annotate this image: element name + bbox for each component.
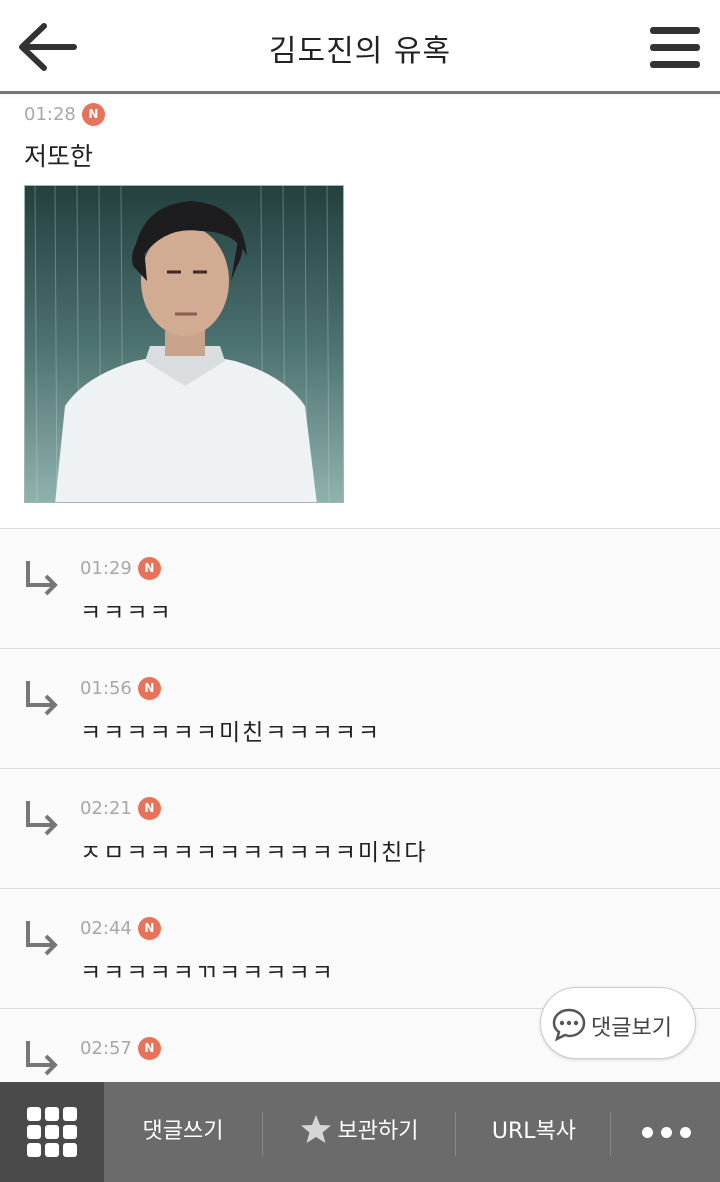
reply-meta: 01:29 N <box>80 557 161 580</box>
chat-bubble-icon <box>552 1008 586 1042</box>
bookmark-button[interactable]: 보관하기 <box>268 1082 450 1182</box>
hamburger-icon <box>650 27 700 34</box>
new-badge: N <box>137 1037 161 1060</box>
divider <box>610 1112 611 1156</box>
write-comment-label: 댓글쓰기 <box>142 1119 224 1144</box>
post-text: 저또한 <box>24 142 94 171</box>
post-photo[interactable] <box>24 185 344 503</box>
bookmark-label: 보관하기 <box>337 1119 419 1144</box>
divider <box>455 1112 456 1156</box>
copy-url-label: URL복사 <box>491 1119 577 1144</box>
divider <box>262 1112 263 1156</box>
view-comments-label: 댓글보기 <box>591 1016 672 1041</box>
copy-url-button[interactable]: URL복사 <box>460 1082 608 1182</box>
reply-arrow-icon <box>26 921 58 956</box>
bottom-toolbar: 댓글쓰기 보관하기 URL복사 <box>0 1082 720 1182</box>
man-in-rain-photo <box>25 186 343 502</box>
reply-time: 01:29 <box>80 558 132 579</box>
new-badge: N <box>137 917 161 940</box>
reply-time: 02:21 <box>80 798 132 819</box>
page-title: 김도진의 유혹 <box>268 34 452 69</box>
original-post: 01:28 N 저또한 <box>0 97 720 529</box>
reply-time: 01:56 <box>80 678 132 699</box>
reply-item[interactable]: 02:21 N ㅈㅁㅋㅋㅋㅋㅋㅋㅋㅋㅋㅋ미친다 <box>0 769 720 889</box>
post-time: 01:28 <box>24 104 76 125</box>
grid-icon <box>27 1107 41 1121</box>
new-badge: N <box>137 797 161 820</box>
reply-text: ㅋㅋㅋㅋㅋㄲㅋㅋㅋㅋㅋ <box>80 960 335 986</box>
reply-meta: 02:57 N <box>80 1037 161 1060</box>
reply-item[interactable]: 01:29 N ㅋㅋㅋㅋ <box>0 529 720 649</box>
star-icon <box>300 1115 331 1143</box>
reply-meta: 01:56 N <box>80 677 161 700</box>
grid-menu-button[interactable] <box>0 1082 104 1182</box>
reply-arrow-icon <box>26 681 58 716</box>
reply-arrow-icon <box>26 561 58 596</box>
view-comments-button[interactable]: 댓글보기 <box>540 987 696 1059</box>
reply-meta: 02:44 N <box>80 917 161 940</box>
write-comment-button[interactable]: 댓글쓰기 <box>110 1082 256 1182</box>
post-meta: 01:28 N <box>24 103 105 126</box>
more-dots-icon <box>642 1127 653 1138</box>
app-header: 김도진의 유혹 <box>0 0 720 94</box>
reply-text: ㅋㅋㅋㅋㅋㅋ미친ㅋㅋㅋㅋㅋ <box>80 720 382 746</box>
menu-button[interactable] <box>650 24 704 70</box>
new-badge: N <box>81 103 105 126</box>
reply-item[interactable]: 01:56 N ㅋㅋㅋㅋㅋㅋ미친ㅋㅋㅋㅋㅋ <box>0 649 720 769</box>
reply-arrow-icon <box>26 801 58 836</box>
reply-text: ㅋㅋㅋㅋ <box>80 600 173 626</box>
reply-text: ㅈㅁㅋㅋㅋㅋㅋㅋㅋㅋㅋㅋ미친다 <box>80 840 428 866</box>
more-button[interactable] <box>612 1082 720 1182</box>
reply-time: 02:57 <box>80 1038 132 1059</box>
new-badge: N <box>137 677 161 700</box>
back-button[interactable] <box>14 18 80 76</box>
reply-meta: 02:21 N <box>80 797 161 820</box>
new-badge: N <box>137 557 161 580</box>
reply-arrow-icon <box>26 1041 58 1076</box>
arrow-left-icon <box>19 23 77 71</box>
reply-time: 02:44 <box>80 918 132 939</box>
